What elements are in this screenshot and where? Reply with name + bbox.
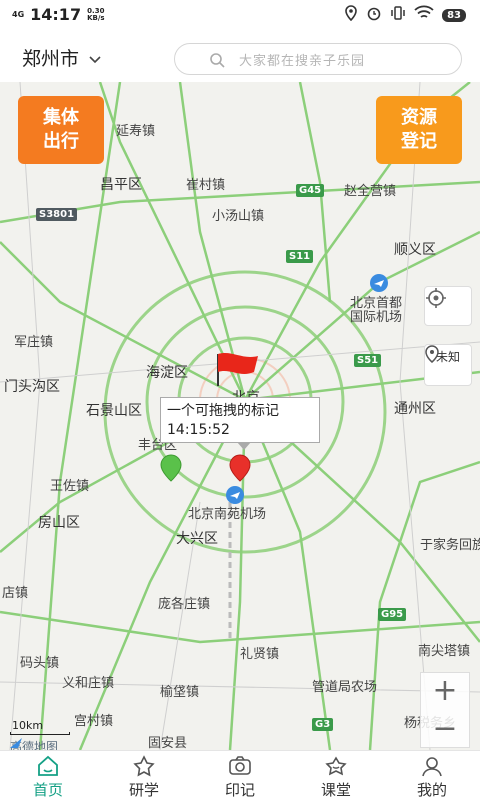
clock: 14:17	[30, 5, 82, 24]
unknown-location-button[interactable]: 未知	[424, 344, 472, 386]
place-label: 小汤山镇	[212, 209, 265, 224]
place-label: 军庄镇	[14, 335, 54, 350]
zoom-in-button[interactable]: +	[421, 673, 469, 711]
place-label: 房山区	[38, 515, 80, 531]
locate-button[interactable]	[424, 286, 472, 326]
top-header: 郑州市 大家都在搜亲子乐园	[0, 30, 480, 82]
tab-profile[interactable]: 我的	[384, 751, 480, 800]
place-label: 通州区	[394, 401, 436, 417]
place-label: 榆垡镇	[160, 685, 200, 700]
map-view[interactable]: 延寿镇 昌平区 崔村镇 赵全营镇 小汤山镇 顺义区 北京首都 国际机场 军庄镇 …	[0, 82, 480, 750]
search-icon	[209, 52, 225, 72]
place-label: 于家务回族	[420, 538, 480, 553]
place-label: 店镇	[2, 586, 29, 601]
resource-register-button[interactable]: 资源 登记	[376, 96, 462, 164]
place-label: 昌平区	[100, 177, 142, 193]
tab-label: 我的	[416, 781, 447, 799]
road-shield: S3801	[36, 208, 78, 221]
search-placeholder: 大家都在搜亲子乐园	[239, 53, 366, 69]
classroom-icon	[288, 755, 384, 777]
alarm-icon	[366, 5, 382, 25]
network-indicator: 4G	[12, 9, 25, 19]
place-label: 大兴区	[176, 531, 218, 547]
wifi-icon	[414, 5, 434, 25]
place-label: 海淀区	[146, 365, 188, 381]
search-input[interactable]: 大家都在搜亲子乐园	[174, 43, 462, 75]
place-label: 国际机场	[350, 310, 403, 325]
road-shield: G3	[312, 718, 334, 731]
city-selector[interactable]: 郑州市	[22, 44, 101, 71]
marker-callout: 一个可拖拽的标记 14:15:52	[160, 397, 320, 450]
tab-label: 首页	[32, 781, 63, 799]
tab-label: 印记	[224, 781, 255, 799]
place-label: 北京南苑机场	[188, 507, 267, 522]
road-shield: G95	[378, 608, 407, 621]
place-label: 南尖塔镇	[418, 644, 471, 659]
road-shield: S51	[354, 354, 382, 367]
place-label: 赵全营镇	[344, 184, 397, 199]
place-label: 顺义区	[394, 242, 436, 258]
place-label: 王佐镇	[50, 479, 90, 494]
chevron-down-icon	[89, 47, 101, 69]
network-speed: 0.30 KB/s	[87, 6, 105, 22]
place-label: 礼贤镇	[240, 647, 280, 662]
place-label: 延寿镇	[116, 124, 156, 139]
bottom-tab-bar: 首页 研学 印记 课堂 我的	[0, 750, 480, 800]
zoom-control: + −	[420, 672, 470, 748]
star-icon	[96, 755, 192, 777]
road-shield: G45	[296, 184, 325, 197]
group-travel-button[interactable]: 集体 出行	[18, 96, 104, 164]
road-shield: S11	[286, 250, 314, 263]
home-icon	[0, 755, 96, 777]
user-icon	[384, 755, 480, 777]
battery-indicator: 83	[442, 8, 466, 22]
place-label: 管道局农场	[312, 680, 378, 695]
tab-label: 课堂	[320, 781, 351, 799]
place-label: 义和庄镇	[62, 676, 115, 691]
tab-label: 研学	[128, 781, 159, 799]
status-bar: 4G 14:17 0.30 KB/s 83	[0, 0, 480, 30]
map-provider-logo: 高德地图	[10, 738, 59, 750]
place-label: 门头沟区	[4, 379, 60, 395]
vibrate-icon	[390, 5, 406, 25]
callout-time: 14:15:52	[167, 422, 230, 438]
place-label: 固安县	[148, 736, 188, 750]
city-name: 郑州市	[22, 48, 80, 70]
zoom-out-button[interactable]: −	[421, 711, 469, 749]
location-status-icon	[344, 5, 358, 25]
tab-imprint[interactable]: 印记	[192, 751, 288, 800]
map-scale-bar	[10, 732, 70, 735]
camera-icon	[192, 755, 288, 777]
tab-study[interactable]: 研学	[96, 751, 192, 800]
place-label: 石景山区	[86, 403, 142, 419]
callout-title: 一个可拖拽的标记	[167, 403, 279, 419]
map-scale-label: 10km	[12, 719, 44, 732]
place-label: 宫村镇	[74, 714, 114, 729]
tab-home[interactable]: 首页	[0, 751, 96, 800]
tab-classroom[interactable]: 课堂	[288, 751, 384, 800]
place-label: 崔村镇	[186, 178, 226, 193]
place-label: 码头镇	[20, 656, 60, 671]
place-label: 庞各庄镇	[158, 597, 211, 612]
